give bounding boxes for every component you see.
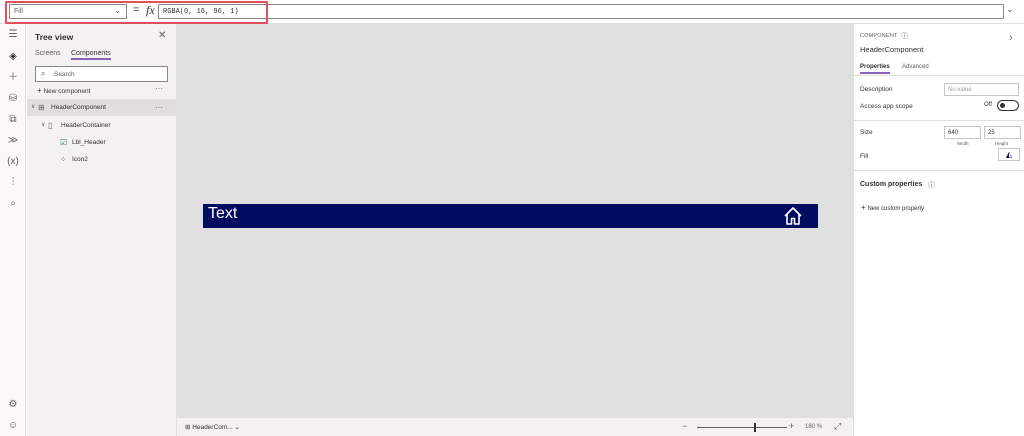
settings-icon[interactable]: ⚙ bbox=[6, 398, 20, 412]
status-bar: ⊞ HeaderCom... ⌄ − + 180 % ⤢ bbox=[177, 417, 853, 436]
component-name: HeaderComponent bbox=[860, 45, 924, 54]
search-icon: ⌕ bbox=[41, 69, 46, 78]
toggle-knob bbox=[1000, 103, 1005, 108]
tree-item-lbl-header[interactable]: ☑ Lbl_Header bbox=[27, 134, 176, 151]
data-icon[interactable]: ⛁ bbox=[6, 92, 20, 106]
tab-components[interactable]: Components bbox=[71, 50, 111, 60]
media-icon[interactable]: ⧉ bbox=[6, 113, 20, 127]
tree-item-label: Lbl_Header bbox=[72, 139, 106, 146]
paint-bucket-icon: ◭ bbox=[1005, 150, 1013, 159]
custom-properties-heading: Custom properties bbox=[860, 181, 923, 188]
zoom-in-button[interactable]: + bbox=[789, 421, 794, 431]
fill-color-picker[interactable]: ◭ bbox=[998, 148, 1020, 161]
hamburger-menu-icon[interactable]: ☰ bbox=[6, 28, 20, 42]
description-input[interactable]: No value bbox=[944, 83, 1019, 96]
height-input[interactable]: 25 bbox=[984, 126, 1021, 139]
formula-bar: Fill ⌄ = fx RGBA(0, 16, 96, 1) ⌄ bbox=[0, 0, 1024, 24]
height-sublabel: Height bbox=[995, 141, 1009, 146]
properties-panel: COMPONENT ⓘ HeaderComponent › Properties… bbox=[853, 24, 1024, 436]
chevron-down-icon: ∨ bbox=[31, 104, 36, 110]
tree-item-icon2[interactable]: ⁘ Icon2 bbox=[27, 151, 176, 168]
advanced-tools-icon[interactable]: ⫶ bbox=[6, 176, 20, 190]
fill-label: Fill bbox=[860, 153, 869, 160]
left-rail: ☰ ◈ ＋ ⛁ ⧉ ≫ (x) ⫶ ⌕ ⚙ ☺ bbox=[0, 24, 26, 436]
tab-properties[interactable]: Properties bbox=[860, 64, 890, 74]
component-icon: ⊞ bbox=[38, 103, 45, 112]
tree-item-headercomponent[interactable]: ∨ ⊞ HeaderComponent ··· bbox=[27, 99, 176, 116]
tree-item-label: Icon2 bbox=[72, 156, 88, 163]
component-selector-label: HeaderCom... bbox=[192, 424, 233, 431]
home-icon[interactable] bbox=[782, 205, 804, 227]
help-icon[interactable]: ⓘ bbox=[901, 31, 908, 41]
search-icon[interactable]: ⌕ bbox=[6, 197, 20, 211]
tab-advanced[interactable]: Advanced bbox=[902, 64, 929, 70]
new-custom-property-label: New custom property bbox=[867, 206, 925, 212]
tree-item-label: HeaderComponent bbox=[51, 104, 106, 111]
more-options-icon[interactable]: ··· bbox=[155, 99, 163, 116]
component-selector[interactable]: ⊞ HeaderCom... ⌄ bbox=[185, 423, 240, 431]
tree-view-icon[interactable]: ◈ bbox=[6, 50, 20, 64]
chevron-right-icon[interactable]: › bbox=[1009, 32, 1013, 44]
zoom-slider-thumb[interactable] bbox=[753, 423, 756, 432]
zoom-slider[interactable] bbox=[697, 427, 787, 428]
search-input[interactable]: ⌕ Search bbox=[35, 66, 168, 82]
new-component-button[interactable]: + New component bbox=[37, 86, 90, 95]
size-label: Size bbox=[860, 129, 873, 136]
tree-item-headercontainer[interactable]: ∨ ▯ HeaderContainer bbox=[27, 117, 176, 134]
account-icon[interactable]: ☺ bbox=[6, 419, 20, 433]
component-icon: ⊞ bbox=[185, 424, 191, 431]
zoom-level: 180 % bbox=[805, 424, 823, 430]
tree-item-label: HeaderContainer bbox=[61, 122, 111, 129]
chevron-down-icon: ⌄ bbox=[234, 424, 240, 431]
annotation-highlight-box bbox=[5, 1, 268, 24]
label-icon: ☑ bbox=[60, 138, 68, 147]
power-automate-icon[interactable]: ≫ bbox=[6, 134, 20, 148]
access-scope-value: Off bbox=[984, 102, 992, 108]
new-custom-property-button[interactable]: + New custom property bbox=[861, 203, 924, 212]
insert-icon[interactable]: ＋ bbox=[6, 71, 20, 85]
divider bbox=[854, 120, 1024, 121]
container-icon: ▯ bbox=[48, 121, 53, 130]
plus-icon: + bbox=[861, 203, 866, 212]
expand-formula-icon[interactable]: ⌄ bbox=[1006, 4, 1014, 15]
tree-view-panel: Tree view ✕ Screens Components ⌕ Search … bbox=[27, 24, 177, 436]
fit-to-window-icon[interactable]: ⤢ bbox=[834, 421, 841, 432]
header-component[interactable]: Text bbox=[203, 204, 818, 228]
description-label: Description bbox=[860, 86, 893, 93]
tab-screens[interactable]: Screens bbox=[35, 50, 61, 57]
tree-view-title: Tree view bbox=[35, 32, 74, 42]
icon-control-icon: ⁘ bbox=[60, 155, 67, 164]
chevron-down-icon: ∨ bbox=[41, 122, 46, 128]
formula-input[interactable]: RGBA(0, 16, 96, 1) bbox=[158, 4, 1004, 19]
more-options-icon[interactable]: ··· bbox=[155, 84, 163, 93]
access-scope-label: Access app scope bbox=[860, 103, 913, 110]
component-type-label: COMPONENT bbox=[860, 33, 898, 39]
close-icon[interactable]: ✕ bbox=[158, 30, 166, 41]
zoom-out-button[interactable]: − bbox=[682, 421, 687, 431]
new-component-label: New component bbox=[43, 88, 91, 95]
access-scope-toggle[interactable] bbox=[997, 100, 1019, 111]
info-icon[interactable]: ⓘ bbox=[928, 180, 935, 190]
header-label[interactable]: Text bbox=[208, 205, 237, 223]
divider bbox=[854, 75, 1024, 76]
divider bbox=[854, 170, 1024, 171]
plus-icon: + bbox=[37, 86, 42, 95]
canvas[interactable]: Text bbox=[177, 24, 853, 417]
width-input[interactable]: 640 bbox=[944, 126, 981, 139]
width-sublabel: Width bbox=[957, 141, 969, 146]
variables-icon[interactable]: (x) bbox=[6, 155, 20, 169]
search-placeholder: Search bbox=[54, 71, 75, 78]
